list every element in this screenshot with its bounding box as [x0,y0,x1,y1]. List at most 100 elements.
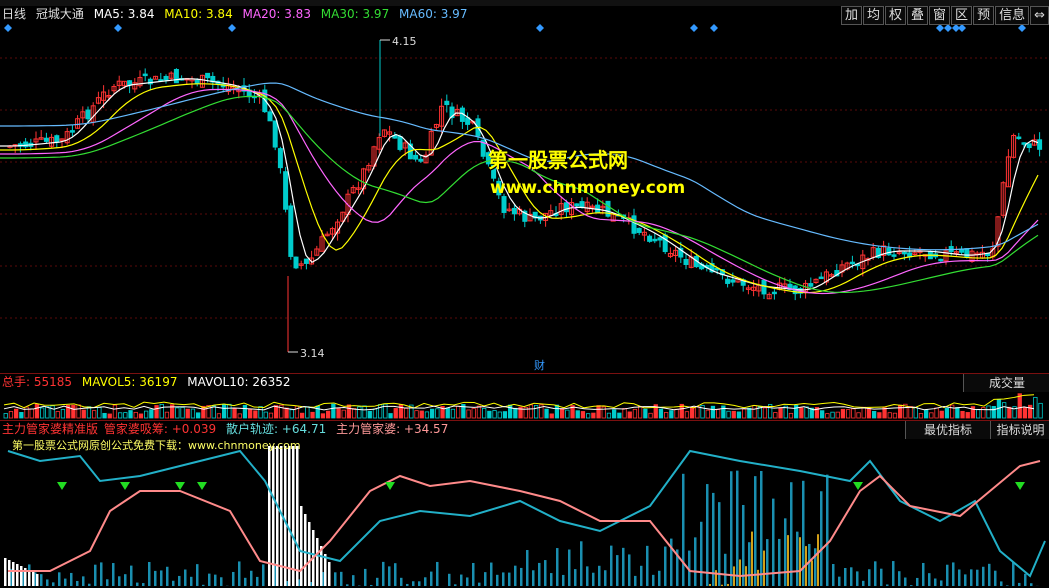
candle-body [511,207,517,215]
white-bar [12,562,15,586]
volume-bar [544,408,549,419]
histogram-bar [466,577,469,586]
volume-panel[interactable]: 总手: 55185 MAVOL5: 36197 MAVOL10: 26352 成… [0,374,1049,421]
histogram-bar [730,471,733,586]
histogram-bar [628,554,631,586]
histogram-bar [106,579,109,586]
volume-bar [445,407,450,419]
volume-bar [820,410,825,419]
volume-bar [195,412,201,419]
histogram-bar [922,562,925,586]
histogram-bar [64,578,67,586]
ma20-label: MA20: 3.83 [242,7,311,21]
volume-bar [305,406,310,419]
volume-bar [377,404,383,419]
indicator-panel[interactable]: 主力管家婆精准版 管家婆吸筹: +0.039 散户轨迹: +64.71 主力管家… [0,421,1049,588]
volume-bar [710,405,716,419]
histogram-bar [1012,561,1015,586]
volume-bar [924,409,929,419]
yellow-bar [757,569,759,586]
histogram-bar [544,560,547,586]
histogram-bar [256,576,259,586]
histogram-bar [238,561,241,586]
volume-bar [851,408,856,419]
histogram-bar [214,574,217,586]
average-button[interactable]: 均 [862,6,884,25]
swap-icon[interactable]: ⇔ [1030,6,1049,25]
histogram-bar [154,570,157,586]
histogram-bar [262,564,265,586]
histogram-bar [496,574,499,586]
histogram-bar [244,577,247,586]
candle-body [636,227,642,233]
volume-dropdown[interactable]: 成交量 [963,374,1049,392]
histogram-bar [424,577,427,586]
volume-bar [872,410,877,419]
volume-bar [92,410,97,419]
volume-bar [586,413,591,419]
candle-body [563,202,569,213]
ma-legend: 日线 冠城大通 MA5: 3.84 MA10: 3.84 MA20: 3.83 … [2,6,473,22]
volume-bar [258,406,263,419]
histogram-bar [160,570,163,586]
candle-body [574,203,580,207]
volume-bar [887,412,892,419]
histogram-bar [736,470,739,586]
volume-bar [913,407,918,419]
indicator-help-button[interactable]: 指标说明 [990,421,1049,439]
volume-bar [149,409,154,419]
volume-bar [455,405,461,419]
rights-button[interactable]: 权 [885,6,907,25]
candle-body [277,148,283,169]
finance-marker[interactable]: 财 [534,357,545,373]
histogram-bar [70,572,73,586]
histogram-bar [400,577,403,586]
volume-bar [528,404,534,419]
histogram-bar [538,562,541,586]
volume-bar [159,403,164,419]
yellow-bar [709,583,711,586]
histogram-bar [190,576,193,586]
histogram-bar [454,584,457,586]
histogram-bar [406,583,409,586]
yellow-bar [811,560,813,586]
volume-bar [388,413,393,419]
histogram-bar [706,484,709,586]
volume-bar [658,408,664,419]
white-bar [296,446,299,586]
white-bar [300,506,303,586]
histogram-bar [640,565,643,586]
candle-body [397,136,403,150]
event-diamond-icon [690,24,698,32]
add-button[interactable]: 加 [840,6,862,25]
volume-bar [419,410,424,419]
chart-toolbar: 加 均 权 叠 窗 区 预 信息 ⇔ [840,6,1049,25]
white-bar [292,446,295,586]
info-button[interactable]: 信息 [995,6,1030,25]
volume-bar [19,412,24,419]
histogram-bar [412,581,415,586]
retail-track-value: 散户轨迹: +64.71 [225,422,327,436]
window-button[interactable]: 窗 [929,6,951,25]
range-button[interactable]: 区 [951,6,973,25]
best-indicator-button[interactable]: 最优指标 [905,421,990,439]
volume-bar [310,411,315,419]
price-chart-panel[interactable]: 日线 冠城大通 MA5: 3.84 MA10: 3.84 MA20: 3.83 … [0,6,1049,374]
forecast-button[interactable]: 预 [973,6,995,25]
candle-body [901,251,907,255]
overlay-button[interactable]: 叠 [907,6,929,25]
volume-bar [856,412,861,419]
histogram-bar [118,576,121,586]
histogram-bar [826,474,829,586]
candle-body [54,135,60,143]
histogram-bar [136,582,139,586]
histogram-bar [904,577,907,586]
histogram-bar [184,569,187,586]
histogram-bar [994,570,997,586]
volume-bar [367,410,372,419]
histogram-bar [784,518,787,586]
candle-body [272,120,278,148]
histogram-bar [196,564,199,586]
volume-bar [606,412,612,419]
volume-bar [185,408,190,419]
